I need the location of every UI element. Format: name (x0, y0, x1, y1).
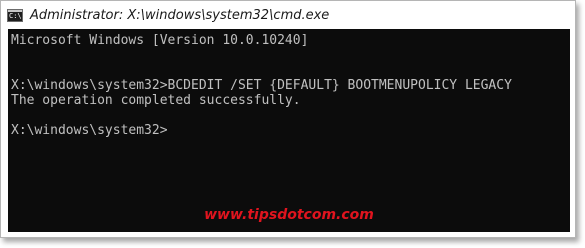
console-line: X:\windows\system32>BCDEDIT /SET {DEFAUL… (11, 78, 512, 93)
title-bar[interactable]: C:\ Administrator: X:\windows\system32\c… (1, 1, 575, 29)
console-line: Microsoft Windows [Version 10.0.10240] (11, 33, 309, 48)
console-line: The operation completed successfully. (11, 93, 301, 108)
cmd-window: C:\ Administrator: X:\windows\system32\c… (0, 0, 576, 238)
console-prompt: X:\windows\system32> (11, 123, 168, 138)
console-area[interactable]: Microsoft Windows [Version 10.0.10240] X… (8, 29, 570, 232)
cmd-icon[interactable]: C:\ (7, 8, 23, 22)
window-title: Administrator: X:\windows\system32\cmd.e… (30, 7, 330, 23)
watermark-text: www.tipsdotcom.com (204, 207, 374, 223)
cmd-icon-glyph: C:\ (9, 11, 22, 20)
